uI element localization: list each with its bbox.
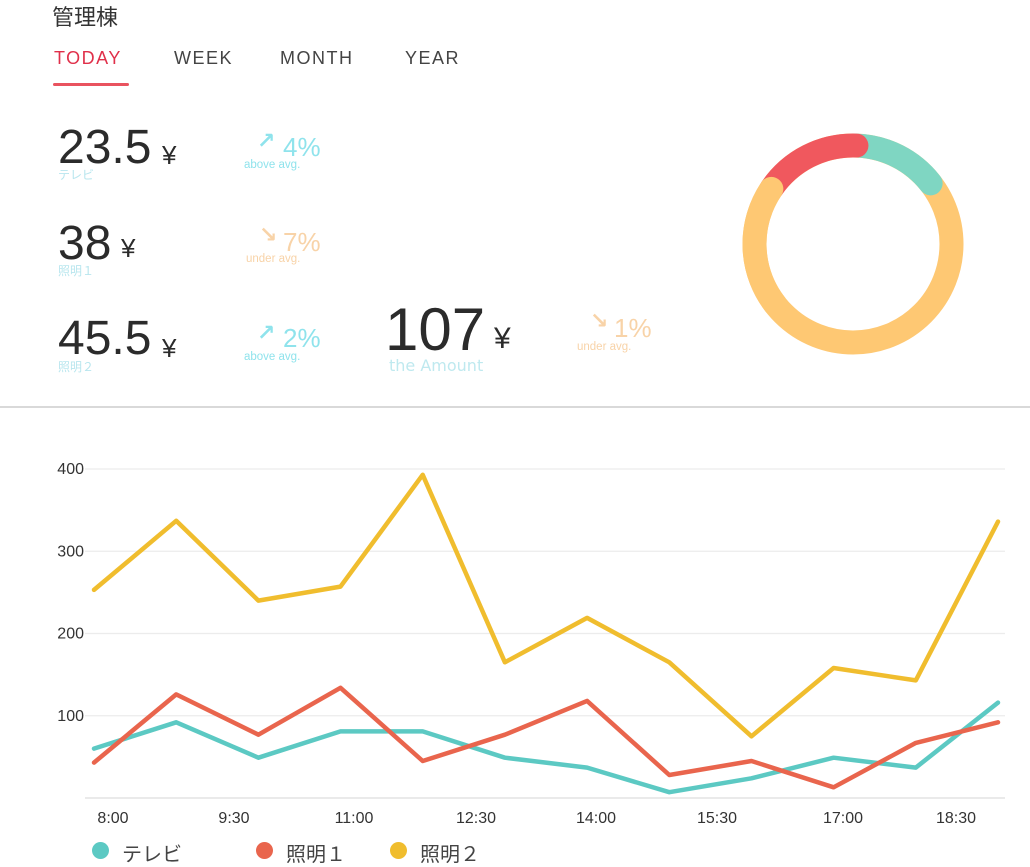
trend-up-icon: ↗: [257, 129, 276, 154]
stat-value-light2: 45.5: [58, 312, 152, 365]
legend-dot: [256, 842, 273, 859]
stat-trend-light2: 2%: [283, 323, 321, 353]
series-line-1: [91, 685, 1001, 790]
y-tick-label: 100: [57, 708, 84, 725]
trend-up-icon: ↗: [257, 321, 276, 346]
stat-label-light1: 照明１: [58, 264, 95, 278]
total-amount-value: 107: [385, 296, 486, 363]
total-trend-value: 1%: [614, 313, 652, 343]
tab-month[interactable]: MONTH: [280, 48, 354, 69]
tab-today[interactable]: TODAY: [54, 48, 122, 69]
x-tick-label: 11:00: [335, 810, 374, 827]
page-title: 管理棟: [52, 6, 119, 31]
total-amount-label: the Amount: [389, 356, 484, 375]
stat-trend-text-tv: above avg.: [244, 159, 301, 171]
x-tick-label: 15:30: [697, 810, 737, 827]
line-chart: 100 200 300 400 8:00 9:30 11:00 12:30 14:00 15:30…: [57, 461, 1005, 827]
series-line-2: [91, 472, 1001, 739]
x-tick-label: 8:00: [97, 810, 128, 827]
currency-symbol: ¥: [162, 140, 177, 170]
legend-label-light2: 照明２: [420, 842, 480, 866]
currency-symbol: ¥: [162, 333, 177, 363]
trend-down-icon: ↘: [590, 309, 609, 334]
currency-symbol: ¥: [494, 322, 511, 355]
stat-trend-text-light2: above avg.: [244, 351, 301, 363]
stat-trend-text-light1: under avg.: [246, 253, 301, 265]
x-tick-label: 17:00: [823, 810, 863, 827]
tab-year[interactable]: YEAR: [405, 48, 460, 69]
legend-dot: [92, 842, 109, 859]
x-tick-label: 14:00: [576, 810, 616, 827]
y-tick-label: 400: [57, 461, 84, 478]
x-tick-label: 12:30: [456, 810, 496, 827]
currency-symbol: ¥: [121, 233, 136, 263]
donut-segment-tv: [844, 133, 943, 196]
stat-trend-light1: 7%: [283, 227, 321, 257]
stat-label-tv: テレビ: [58, 168, 95, 182]
donut-segment-light1: [759, 133, 869, 201]
y-tick-label: 300: [57, 543, 84, 560]
y-tick-label: 200: [57, 626, 84, 643]
legend-label-tv: テレビ: [122, 842, 182, 866]
stat-trend-tv: 4%: [283, 132, 321, 162]
x-tick-label: 18:30: [936, 810, 976, 827]
legend-dot: [390, 842, 407, 859]
stat-label-light2: 照明２: [58, 360, 95, 374]
active-tab-indicator: [53, 83, 129, 86]
legend-label-light1: 照明１: [286, 842, 346, 866]
x-tick-label: 9:30: [218, 810, 249, 827]
tab-week[interactable]: WEEK: [174, 48, 233, 69]
donut-chart: [742, 133, 964, 355]
donut-segment-light2-cap: [742, 176, 788, 317]
stat-value-light1: 38: [58, 217, 112, 270]
stat-value-tv: 23.5: [58, 121, 152, 174]
section-divider: [0, 406, 1030, 408]
total-trend-text: under avg.: [577, 341, 632, 353]
trend-down-icon: ↘: [259, 223, 278, 248]
